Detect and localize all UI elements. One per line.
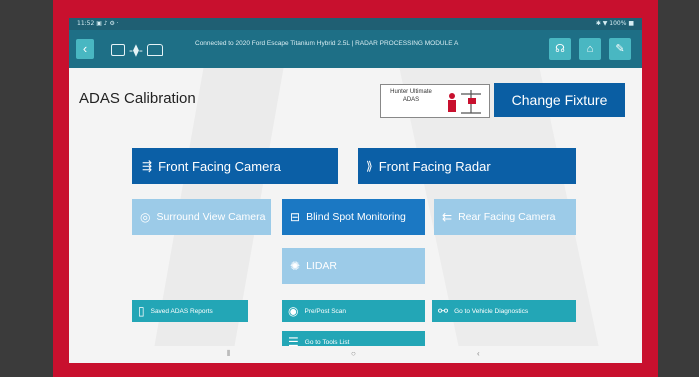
- back-nav-icon[interactable]: ‹: [477, 349, 480, 358]
- recent-apps-icon[interactable]: ⦀: [227, 349, 231, 359]
- lidar-icon: ✺: [290, 259, 301, 273]
- connection-status: Connected to 2020 Ford Escape Titanium H…: [195, 40, 459, 47]
- button-label: Blind Spot Monitoring: [306, 210, 406, 223]
- back-button[interactable]: ‹: [76, 39, 94, 59]
- home-icon[interactable]: ⌂: [579, 38, 601, 60]
- button-label: Front Facing Camera: [158, 158, 281, 174]
- status-left: 11:52 ▣ ♪ ⚙ ·: [77, 20, 119, 27]
- button-label: Go to Vehicle Diagnostics: [454, 307, 529, 315]
- headset-icon[interactable]: ☊: [549, 38, 571, 60]
- rear-facing-camera-button[interactable]: ⇇ Rear Facing Camera: [434, 199, 576, 235]
- car-camera-icon: ⇶: [142, 159, 153, 173]
- button-label: Rear Facing Camera: [458, 210, 556, 223]
- scanner-icon: [111, 44, 125, 56]
- vehicle-diagnostics-button[interactable]: ⚯ Go to Vehicle Diagnostics: [432, 300, 576, 322]
- rear-camera-icon: ⇇: [442, 209, 453, 224]
- document-icon: ▯: [138, 304, 145, 318]
- front-facing-radar-button[interactable]: ⟫ Front Facing Radar: [358, 148, 576, 184]
- fixture-label: Hunter Ultimate ADAS: [390, 89, 432, 103]
- vehicle-icon: [146, 44, 163, 56]
- pre-post-scan-button[interactable]: ◉ Pre/Post Scan: [282, 300, 425, 322]
- status-bar: 11:52 ▣ ♪ ⚙ · ✱ ▼ 100% ■: [69, 18, 642, 30]
- change-fixture-button[interactable]: Change Fixture: [494, 83, 625, 117]
- button-label: Saved ADAS Reports: [150, 307, 213, 315]
- tablet-screen: 11:52 ▣ ♪ ⚙ · ✱ ▼ 100% ■ ‹ -⧫- Connected…: [69, 18, 642, 363]
- front-facing-camera-button[interactable]: ⇶ Front Facing Camera: [132, 148, 338, 184]
- home-nav-icon[interactable]: ○: [351, 349, 356, 358]
- button-label: LIDAR: [306, 260, 337, 272]
- header-bar: ‹ -⧫- Connected to 2020 Ford Escape Tita…: [69, 30, 642, 68]
- radar-icon: ⟫: [366, 159, 373, 173]
- saved-adas-reports-button[interactable]: ▯ Saved ADAS Reports: [132, 300, 248, 322]
- android-nav-bar: ⦀ ○ ‹: [69, 346, 642, 363]
- surround-view-camera-button[interactable]: ◎ Surround View Camera: [132, 199, 271, 235]
- device-frame: 11:52 ▣ ♪ ⚙ · ✱ ▼ 100% ■ ‹ -⧫- Connected…: [0, 0, 699, 377]
- scan-icon: ◉: [288, 304, 299, 318]
- plug-icon: -⧫-: [129, 43, 143, 57]
- report-icon[interactable]: ✎: [609, 38, 631, 60]
- button-label: Surround View Camera: [156, 210, 266, 223]
- button-label: Pre/Post Scan: [304, 307, 347, 315]
- fixture-card: Hunter Ultimate ADAS: [380, 84, 490, 118]
- button-label: Front Facing Radar: [378, 158, 491, 174]
- button-label: Go to Tools List: [304, 338, 350, 346]
- blind-spot-monitoring-button[interactable]: ⊟ Blind Spot Monitoring: [282, 199, 425, 235]
- lidar-button[interactable]: ✺ LIDAR: [282, 248, 425, 284]
- diagnostics-icon: ⚯: [438, 304, 449, 318]
- main-content: ADAS Calibration Hunter Ultimate ADAS Ch…: [69, 68, 642, 353]
- fixture-icon: [448, 90, 481, 114]
- connection-icons: -⧫-: [111, 40, 163, 60]
- surround-camera-icon: ◎: [140, 209, 151, 224]
- blind-spot-icon: ⊟: [290, 209, 301, 224]
- status-right: ✱ ▼ 100% ■: [595, 20, 634, 27]
- page-title: ADAS Calibration: [79, 90, 196, 107]
